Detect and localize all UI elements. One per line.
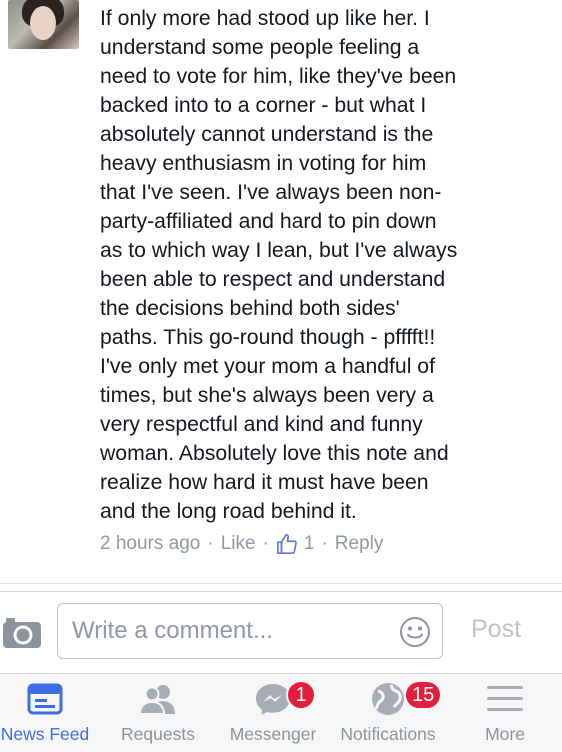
comment-placeholder: Write a comment... [72,617,273,644]
divider [0,583,562,584]
tab-label: Messenger [229,724,317,744]
friend-requests-icon [136,674,180,724]
thumbs-up-icon[interactable] [276,533,298,555]
separator: · [207,533,214,554]
camera-icon[interactable] [0,613,44,653]
comment-composer: Write a comment... Post [0,591,562,674]
separator: · [262,533,269,554]
news-feed-icon [27,674,63,724]
messenger-badge: 1 [286,680,316,710]
comment-text: If only more had stood up like her. I un… [100,7,458,523]
tab-label: More [485,724,525,744]
comment-input[interactable]: Write a comment... [57,603,443,659]
notifications-badge: 15 [404,680,443,710]
tab-more[interactable]: More [462,674,548,752]
post-button[interactable]: Post [471,615,521,644]
tab-label: News Feed [0,724,90,744]
reply-link[interactable]: Reply [335,533,384,555]
comment-meta: 2 hours ago · Like · 1 · Reply [100,530,383,558]
tab-news-feed[interactable]: News Feed [0,674,100,752]
like-link[interactable]: Like [221,533,256,555]
like-count[interactable]: 1 [304,533,315,555]
tab-messenger[interactable]: 1 Messenger [222,674,324,752]
avatar[interactable] [8,0,79,49]
tab-bar: News Feed Requests 1 Messenger 15 Notifi… [0,673,562,752]
separator: · [321,533,328,554]
tab-requests[interactable]: Requests [108,674,208,752]
globe-icon [370,674,406,724]
tab-notifications[interactable]: 15 Notifications [332,674,444,752]
comment-timestamp[interactable]: 2 hours ago [100,533,200,555]
smiley-icon[interactable] [399,616,431,648]
tab-label: Notifications [340,724,436,744]
tab-label: Requests [121,724,195,744]
menu-icon [486,674,524,724]
